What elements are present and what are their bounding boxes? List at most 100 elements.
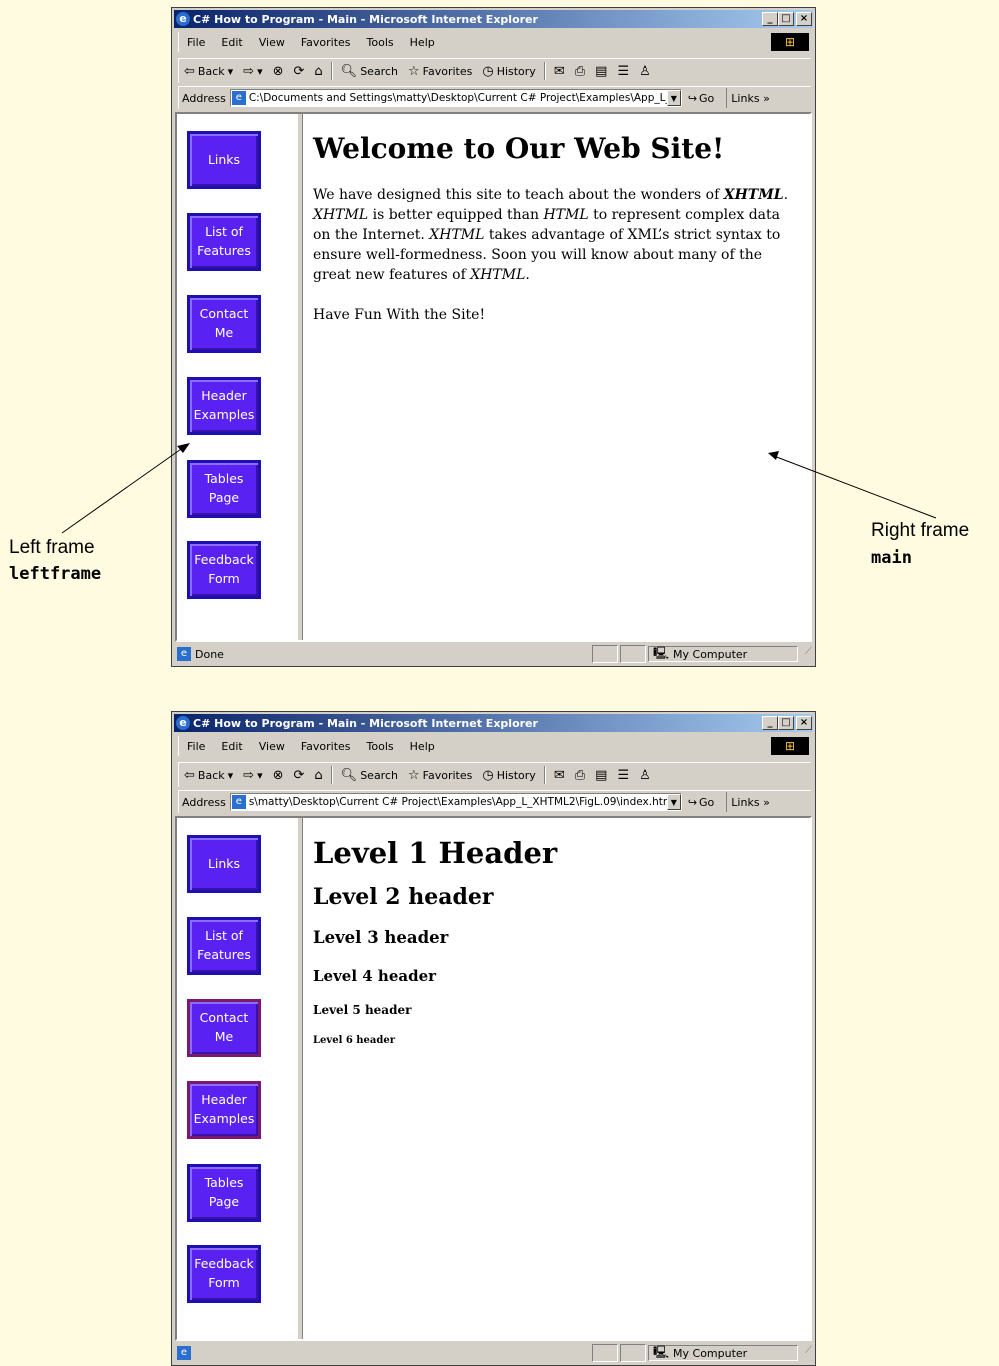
- menu-help[interactable]: Help: [402, 740, 443, 753]
- chevron-right-icon: »: [763, 795, 770, 809]
- go-button[interactable]: ↪ Go: [682, 92, 720, 105]
- menu-bar: File Edit View Favorites Tools Help ⊞: [178, 32, 811, 52]
- edit-icon: ▤: [595, 63, 608, 79]
- refresh-icon: ⟳: [293, 767, 305, 783]
- resize-grip-icon[interactable]: ⟋: [798, 1345, 812, 1361]
- forward-button[interactable]: ⇨ ▾: [238, 64, 267, 79]
- forward-button[interactable]: ⇨ ▾: [238, 768, 267, 783]
- resize-grip-icon[interactable]: ⟋: [798, 646, 812, 662]
- menu-edit[interactable]: Edit: [213, 36, 250, 49]
- address-dropdown-icon[interactable]: ▼: [666, 90, 681, 106]
- back-arrow-icon: ⇦: [184, 63, 195, 79]
- separator: [330, 62, 333, 80]
- browser-window-2: e C# How to Program - Main - Microsoft I…: [171, 711, 816, 1366]
- favorites-button[interactable]: ☆ Favorites: [403, 64, 477, 79]
- home-icon: ⌂: [314, 63, 323, 79]
- go-arrow-icon: ↪: [687, 91, 698, 105]
- stop-button[interactable]: ⊗: [268, 768, 289, 783]
- edit-button[interactable]: ▤: [590, 768, 612, 783]
- menu-favorites[interactable]: Favorites: [293, 36, 359, 49]
- nav-tables-button[interactable]: Tables Page: [187, 1164, 261, 1222]
- print-button[interactable]: ⎙: [570, 64, 590, 79]
- main-frame: Level 1 Header Level 2 header Level 3 he…: [303, 818, 810, 1339]
- edit-icon: ▤: [595, 767, 608, 783]
- separator: [330, 766, 333, 784]
- level-5-header: Level 5 header: [313, 1003, 412, 1017]
- refresh-button[interactable]: ⟳: [289, 768, 310, 783]
- status-cell: [592, 1344, 618, 1362]
- level-3-header: Level 3 header: [313, 928, 449, 947]
- stop-button[interactable]: ⊗: [268, 64, 289, 79]
- menu-favorites[interactable]: Favorites: [293, 740, 359, 753]
- mail-button[interactable]: ✉: [549, 768, 570, 783]
- back-label: Back: [197, 768, 225, 782]
- home-icon: ⌂: [314, 767, 323, 783]
- home-button[interactable]: ⌂: [309, 64, 327, 79]
- address-input[interactable]: e s\matty\Desktop\Current C# Project\Exa…: [229, 793, 682, 811]
- maximize-button[interactable]: □: [778, 716, 794, 730]
- menu-help[interactable]: Help: [402, 36, 443, 49]
- nav-header-examples-button[interactable]: Header Examples: [187, 377, 261, 435]
- chevron-down-icon: ▾: [257, 768, 263, 782]
- mail-button[interactable]: ✉: [549, 64, 570, 79]
- menu-tools[interactable]: Tools: [359, 36, 402, 49]
- search-button[interactable]: 🔍︎ Search: [336, 768, 403, 783]
- back-arrow-icon: ⇦: [184, 767, 195, 783]
- nav-tables-button[interactable]: Tables Page: [187, 460, 261, 518]
- print-button[interactable]: ⎙: [570, 768, 590, 783]
- close-button[interactable]: ×: [796, 716, 812, 730]
- windows-logo-icon: ⊞: [771, 33, 809, 51]
- menu-view[interactable]: View: [251, 740, 293, 753]
- nav-features-button[interactable]: List of Features: [187, 917, 261, 975]
- separator: [543, 766, 546, 784]
- nav-links-button[interactable]: Links: [187, 835, 261, 893]
- edit-button[interactable]: ▤: [590, 64, 612, 79]
- computer-icon: 🖳: [653, 1344, 670, 1359]
- status-cell: [592, 645, 618, 663]
- go-label: Go: [699, 91, 715, 105]
- search-label: Search: [360, 64, 398, 78]
- window-title: C# How to Program - Main - Microsoft Int…: [193, 716, 538, 730]
- menu-edit[interactable]: Edit: [213, 740, 250, 753]
- search-button[interactable]: 🔍︎ Search: [336, 64, 403, 79]
- address-dropdown-icon[interactable]: ▼: [666, 794, 681, 810]
- closing-text: Have Fun With the Site!: [313, 307, 486, 323]
- messenger-button[interactable]: ♙: [634, 64, 656, 79]
- links-button[interactable]: Links »: [726, 792, 774, 812]
- address-input[interactable]: e C:\Documents and Settings\matty\Deskto…: [229, 89, 682, 107]
- address-label: Address: [182, 91, 226, 105]
- nav-feedback-button[interactable]: Feedback Form: [187, 1245, 261, 1303]
- back-button[interactable]: ⇦ Back ▾: [179, 768, 238, 783]
- minimize-button[interactable]: _: [762, 716, 778, 730]
- menu-tools[interactable]: Tools: [359, 740, 402, 753]
- nav-features-button[interactable]: List of Features: [187, 213, 261, 271]
- links-button[interactable]: Links »: [726, 88, 774, 108]
- level-1-header: Level 1 Header: [313, 836, 558, 870]
- back-button[interactable]: ⇦ Back ▾: [179, 64, 238, 79]
- refresh-button[interactable]: ⟳: [289, 64, 310, 79]
- maximize-button[interactable]: □: [778, 12, 794, 26]
- history-label: History: [496, 64, 536, 78]
- nav-contact-button[interactable]: Contact Me: [187, 295, 261, 353]
- messenger-icon: ♙: [639, 767, 651, 783]
- messenger-button[interactable]: ♙: [634, 768, 656, 783]
- history-button[interactable]: ◷ History: [477, 64, 540, 79]
- nav-contact-button[interactable]: Contact Me: [187, 999, 261, 1057]
- home-button[interactable]: ⌂: [309, 768, 327, 783]
- menu-view[interactable]: View: [251, 36, 293, 49]
- menu-file[interactable]: File: [179, 36, 213, 49]
- history-button[interactable]: ◷ History: [477, 768, 540, 783]
- favorites-icon: ☆: [407, 63, 420, 79]
- discuss-button[interactable]: ☰: [612, 64, 634, 79]
- status-cell: [620, 1344, 646, 1362]
- go-button[interactable]: ↪ Go: [682, 796, 720, 809]
- nav-header-examples-button[interactable]: Header Examples: [187, 1081, 261, 1139]
- favorites-button[interactable]: ☆ Favorites: [403, 768, 477, 783]
- nav-links-button[interactable]: Links: [187, 131, 261, 189]
- nav-feedback-button[interactable]: Feedback Form: [187, 541, 261, 599]
- close-button[interactable]: ×: [796, 12, 812, 26]
- minimize-button[interactable]: _: [762, 12, 778, 26]
- discuss-button[interactable]: ☰: [612, 768, 634, 783]
- menu-file[interactable]: File: [179, 740, 213, 753]
- history-icon: ◷: [482, 767, 494, 783]
